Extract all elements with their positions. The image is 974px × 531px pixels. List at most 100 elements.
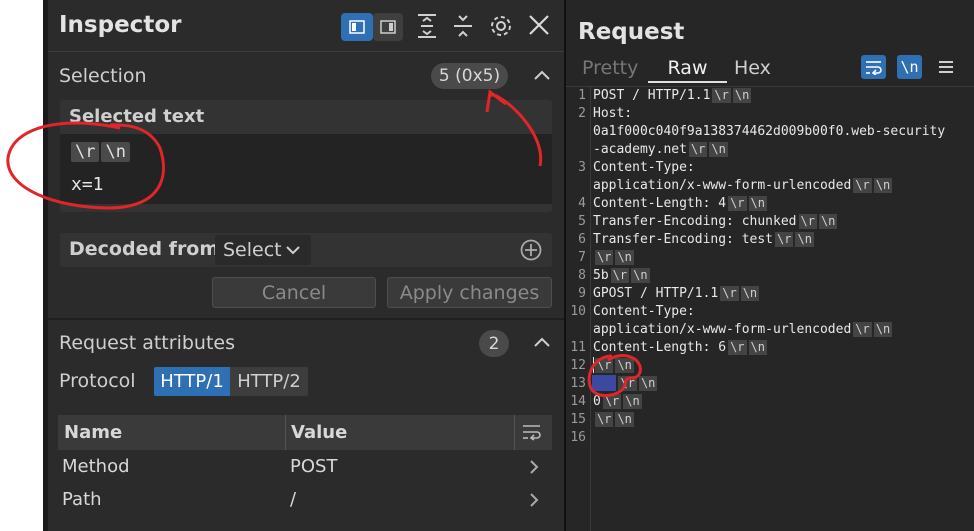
- code-line: 16: [566, 430, 974, 448]
- collapse-selection-button[interactable]: [532, 66, 552, 86]
- crlf-chip: \n: [748, 340, 767, 355]
- settings-button[interactable]: [488, 13, 514, 39]
- line-text: Host:: [593, 106, 633, 121]
- line-number: 1: [578, 88, 586, 103]
- table-row[interactable]: Method POST: [58, 450, 552, 484]
- crlf-chip: \r: [853, 322, 872, 337]
- request-editor[interactable]: 1 POST / HTTP/1.1 \r \n 2 Host: 0a1f000c040f9a…: [566, 88, 974, 531]
- code-line: 14 0 \r \n: [566, 394, 974, 412]
- table-header: Name Value: [58, 415, 552, 450]
- line-text: \r \n: [593, 250, 634, 265]
- text-cursor: [593, 357, 594, 373]
- line-text: 5b \r \n: [593, 268, 650, 283]
- crlf-chip: \r: [610, 268, 630, 283]
- column-divider: [285, 415, 286, 450]
- crlf-chip: \n: [873, 322, 893, 337]
- lf-chip: \n: [101, 142, 130, 162]
- tab-raw[interactable]: Raw: [648, 57, 727, 83]
- line-text: application/x-www-form-urlencoded \r \n: [593, 178, 893, 193]
- divider: [566, 86, 974, 87]
- protocol-http1-button[interactable]: HTTP/1: [154, 367, 230, 396]
- code-line: 0a1f000c040f9a138374462d009b00f0.web-sec…: [566, 124, 974, 142]
- crlf-chip: \n: [615, 358, 634, 373]
- line-number: 8: [578, 268, 586, 283]
- decoded-from-row: Decoded from: Select: [60, 233, 552, 267]
- row-name: Path: [62, 489, 102, 510]
- expand-all-icon: [418, 14, 436, 38]
- line-text: GPOST / HTTP/1.1 \r \n: [593, 286, 760, 301]
- layout-sidebar-icon: [349, 20, 365, 34]
- gear-icon: [491, 16, 511, 36]
- text-selection-highlight: [592, 375, 616, 391]
- attributes-count-badge: 2: [479, 330, 509, 357]
- protocol-http2-button[interactable]: HTTP/2: [230, 367, 308, 396]
- crlf-chip: \r: [728, 196, 747, 211]
- crlf-chip: \n: [631, 268, 650, 283]
- menu-button[interactable]: [937, 58, 955, 76]
- layout-panel-button[interactable]: [373, 13, 403, 41]
- crlf-chip: \r: [775, 232, 794, 247]
- crlf-chip: \r: [728, 340, 747, 355]
- decoded-from-select[interactable]: Select: [215, 235, 311, 265]
- line-text: Content-Type:: [593, 304, 695, 319]
- selected-text-box: Selected text \r \n x=1: [60, 100, 552, 212]
- line-number: 16: [570, 430, 586, 445]
- decoded-from-label: Decoded from:: [69, 238, 227, 260]
- line-number: 10: [570, 304, 586, 319]
- code-line: 13x=1\r\n: [566, 376, 974, 394]
- line-text: \r \n: [593, 412, 634, 427]
- close-button[interactable]: [528, 14, 550, 36]
- crlf-chip: \r: [595, 358, 614, 373]
- chevron-down-icon: [286, 246, 300, 255]
- line-number: 14: [570, 394, 586, 409]
- crlf-chip: \r: [712, 88, 731, 103]
- code-line: application/x-www-form-urlencoded \r \n: [566, 322, 974, 340]
- code-line: 7 \r \n: [566, 250, 974, 268]
- add-decoding-icon[interactable]: [519, 238, 543, 262]
- chevron-up-icon: [534, 70, 550, 80]
- code-line: 10 Content-Type:: [566, 304, 974, 322]
- code-line: application/x-www-form-urlencoded \r \n: [566, 178, 974, 196]
- selection-label: Selection: [59, 65, 147, 87]
- table-row[interactable]: Path /: [58, 484, 552, 517]
- cancel-button[interactable]: Cancel: [212, 277, 376, 308]
- inspector-title: Inspector: [59, 12, 182, 38]
- crlf-chip: \r: [853, 178, 872, 193]
- line-text: 0a1f000c040f9a138374462d009b00f0.web-sec…: [593, 124, 946, 139]
- show-newlines-toggle[interactable]: \n: [897, 55, 922, 79]
- crlf-chip: \n: [740, 286, 760, 301]
- wrap-lines-icon[interactable]: [522, 423, 542, 441]
- line-number: 15: [570, 412, 586, 427]
- active-tab-indicator: [648, 81, 727, 83]
- line-number: 3: [578, 160, 586, 175]
- collapse-all-button[interactable]: [452, 13, 474, 39]
- code-line: 12 \r \n: [566, 358, 974, 376]
- code-line: 6 Transfer-Encoding: test \r \n: [566, 232, 974, 250]
- code-line: 4 Content-Length: 4 \r \n: [566, 196, 974, 214]
- selected-text-editor[interactable]: \r \n x=1: [60, 134, 552, 204]
- tab-hex[interactable]: Hex: [734, 57, 771, 79]
- crlf-chip: \r: [602, 394, 622, 409]
- collapse-attributes-button[interactable]: [532, 333, 552, 353]
- chevron-right-icon: [530, 493, 539, 507]
- row-name: Method: [62, 456, 130, 477]
- layout-sidebar-button[interactable]: [341, 13, 373, 41]
- request-attributes-label: Request attributes: [59, 332, 235, 354]
- tab-pretty[interactable]: Pretty: [582, 57, 638, 79]
- wrap-toggle-button[interactable]: [861, 55, 886, 79]
- expand-all-button[interactable]: [416, 13, 438, 39]
- line-text: -academy.net \r \n: [593, 142, 728, 157]
- hamburger-menu-icon: [939, 61, 953, 73]
- crlf-chip: \n: [818, 214, 838, 229]
- selected-value: x=1: [71, 174, 104, 195]
- divider: [48, 318, 564, 320]
- line-text: Content-Length: 4 \r \n: [593, 196, 767, 211]
- crlf-chip: \n: [748, 196, 767, 211]
- line-text: Content-Length: 6 \r \n: [593, 340, 767, 355]
- crlf-chip: \r: [595, 412, 614, 427]
- request-panel: Request Pretty Raw Hex \n 1 POST / HTTP/1…: [566, 0, 974, 531]
- apply-changes-button[interactable]: Apply changes: [387, 277, 552, 308]
- code-line: 8 5b \r \n: [566, 268, 974, 286]
- line-number: 6: [578, 232, 586, 247]
- chevron-up-icon: [534, 337, 550, 347]
